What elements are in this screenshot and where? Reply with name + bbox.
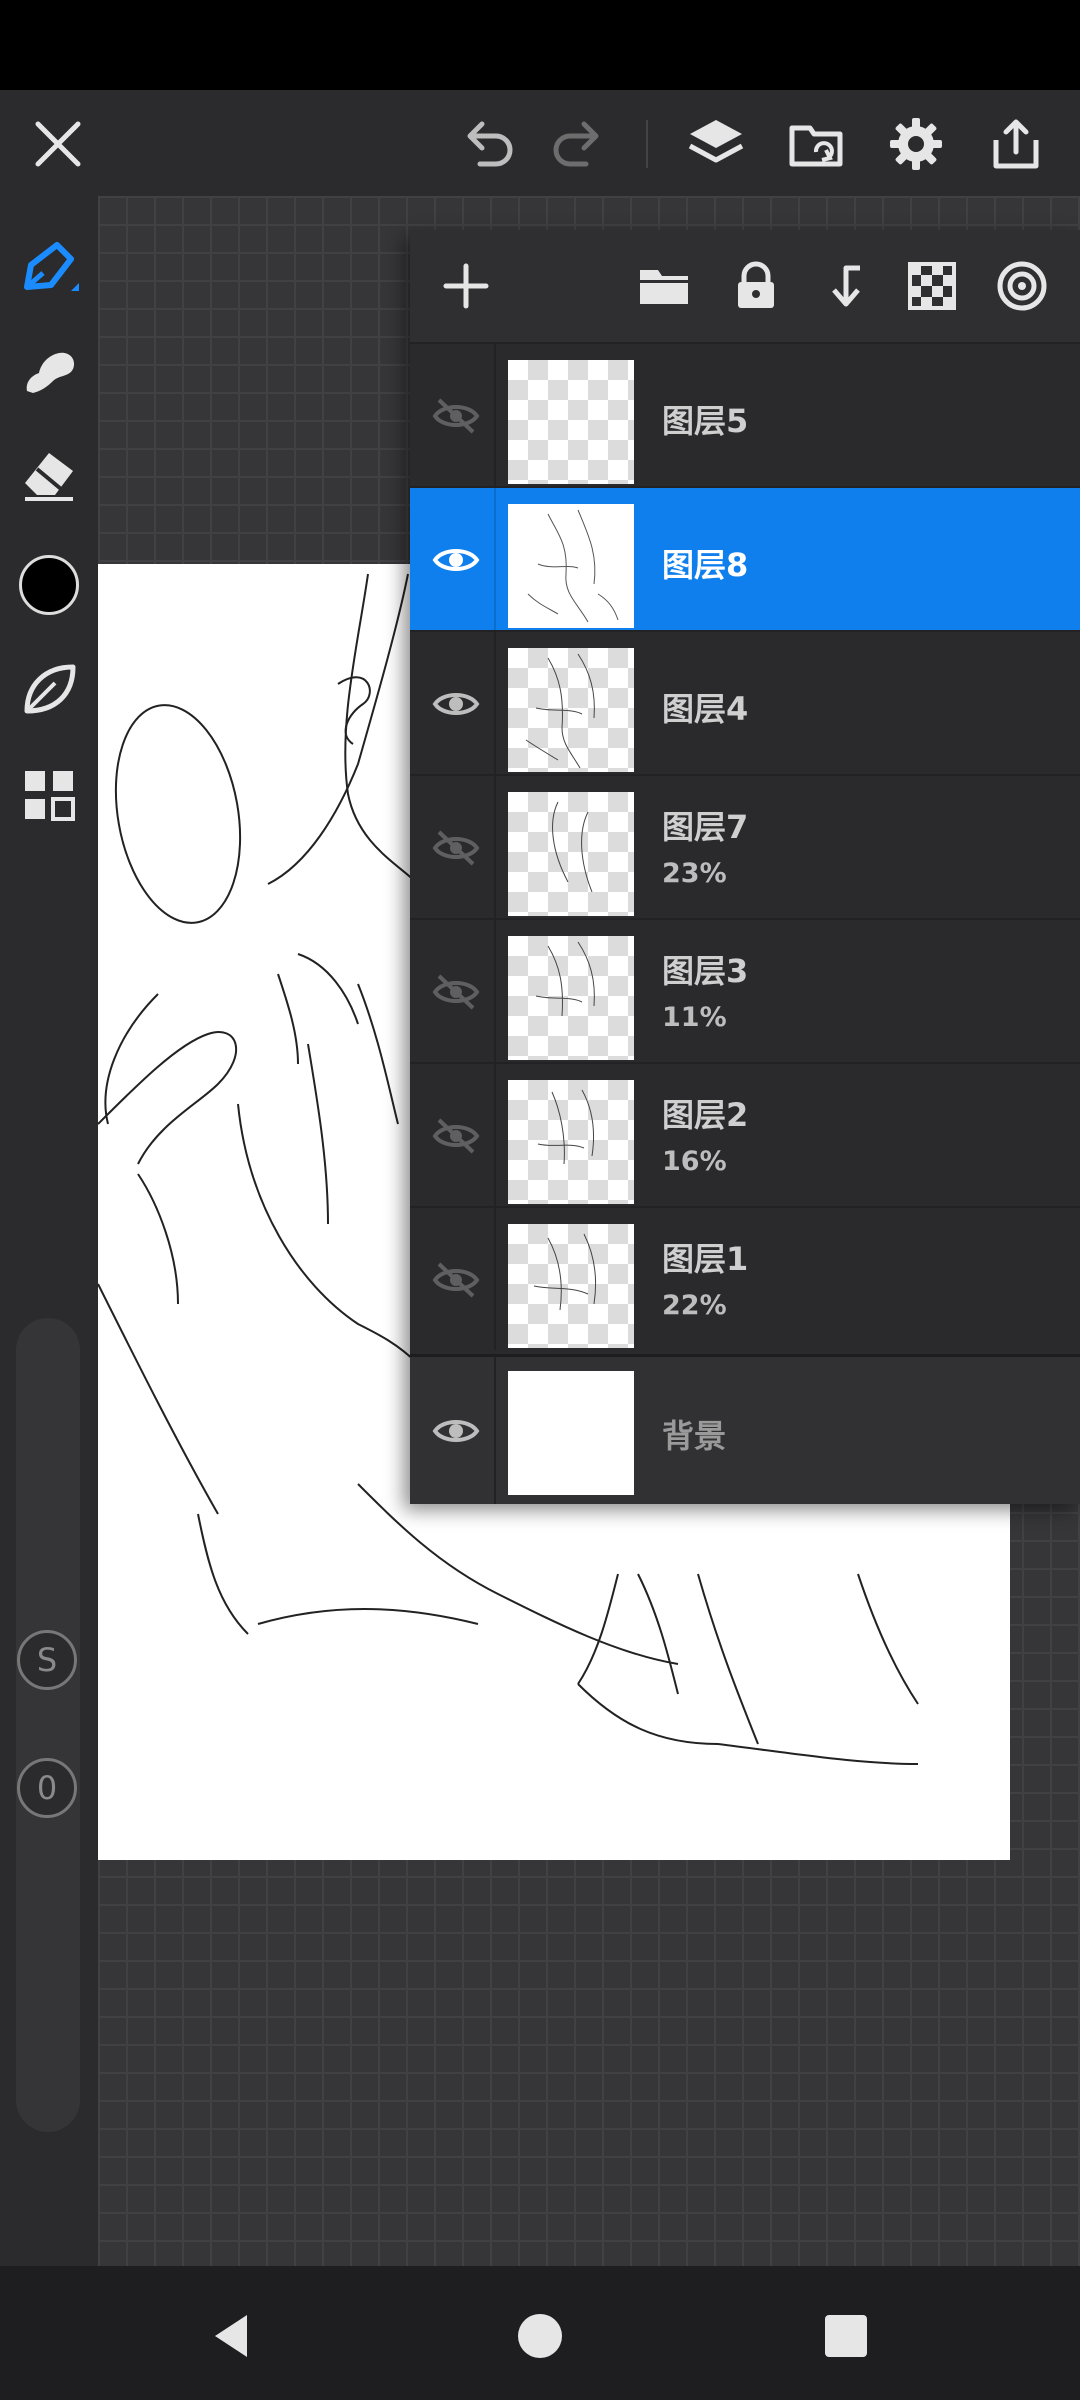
layer-thumbnail [508, 1371, 634, 1495]
gear-icon[interactable] [880, 108, 952, 180]
leaf-tool[interactable] [14, 654, 84, 724]
grid-tool[interactable] [14, 760, 84, 830]
top-toolbar [0, 90, 1080, 196]
layers-icon[interactable] [680, 108, 752, 180]
clipping-icon[interactable] [986, 250, 1058, 322]
eye-hidden-icon[interactable] [424, 1104, 488, 1168]
back-triangle-icon[interactable] [192, 2296, 272, 2376]
layer-thumbnail [508, 648, 634, 772]
system-nav-bar [0, 2266, 1080, 2400]
eye-hidden-icon[interactable] [424, 960, 488, 1024]
layer-thumbnail [508, 1080, 634, 1204]
eye-visible-icon[interactable] [424, 1399, 488, 1463]
layer-opacity: 22% [662, 1290, 727, 1321]
layer-row-4[interactable]: 图层4 [410, 630, 1080, 774]
smudge-tool[interactable] [14, 336, 84, 406]
layer-name: 图层2 [662, 1096, 749, 1134]
grid-icon [25, 771, 75, 821]
recents-square-icon[interactable] [806, 2296, 886, 2376]
row-divider [494, 632, 496, 774]
share-icon[interactable] [980, 108, 1052, 180]
add-layer-icon[interactable] [430, 250, 502, 322]
eye-visible-icon[interactable] [424, 528, 488, 592]
current-color-circle [19, 555, 79, 615]
layer-row-2[interactable]: 图层2 16% [410, 1062, 1080, 1206]
layer-thumbnail [508, 936, 634, 1060]
smudge-icon [26, 352, 75, 393]
eye-hidden-icon[interactable] [424, 816, 488, 880]
layer-name: 图层3 [662, 952, 749, 990]
lock-icon[interactable] [720, 250, 792, 322]
merge-down-icon[interactable] [808, 250, 880, 322]
row-divider [494, 920, 496, 1062]
eraser-tool[interactable] [14, 440, 84, 510]
layer-opacity: 11% [662, 1002, 727, 1033]
row-divider [494, 344, 496, 486]
row-divider [494, 776, 496, 918]
close-icon[interactable] [22, 108, 94, 180]
layer-thumbnail [508, 504, 634, 628]
layer-row-background[interactable]: 背景 [410, 1354, 1080, 1504]
redo-icon[interactable] [542, 108, 614, 180]
folder-icon[interactable] [628, 250, 700, 322]
layer-row-5[interactable]: 图层5 [410, 342, 1080, 486]
layer-name: 背景 [662, 1417, 727, 1455]
eye-hidden-icon[interactable] [424, 384, 488, 448]
layer-name: 图层7 [662, 808, 749, 846]
transparency-lock-icon[interactable] [896, 250, 968, 322]
row-divider [494, 488, 496, 630]
layer-row-1[interactable]: 图层1 22% [410, 1206, 1080, 1350]
layers-panel-toolbar [410, 230, 1080, 342]
layer-name: 图层4 [662, 690, 749, 728]
eye-hidden-icon[interactable] [424, 1248, 488, 1312]
layers-panel: 图层5 图层8 图层4 图层7 23% 图层3 11% 图层2 16% 图层1 … [410, 230, 1080, 1504]
layer-thumbnail [508, 792, 634, 916]
layer-row-8-selected[interactable]: 图层8 [410, 486, 1080, 630]
eraser-icon [25, 453, 73, 501]
home-circle-icon[interactable] [500, 2296, 580, 2376]
row-divider [494, 1064, 496, 1206]
layer-opacity: 16% [662, 1146, 727, 1177]
brush-slider[interactable] [16, 1318, 80, 2132]
layer-thumbnail [508, 360, 634, 484]
layer-row-7[interactable]: 图层7 23% [410, 774, 1080, 918]
status-bar [0, 0, 1080, 90]
layer-row-3[interactable]: 图层3 11% [410, 918, 1080, 1062]
size-button[interactable]: S [17, 1630, 77, 1690]
pen-icon [24, 242, 79, 291]
layer-name: 图层8 [662, 546, 749, 584]
layer-opacity: 23% [662, 858, 727, 889]
color-swatch[interactable] [14, 550, 84, 620]
row-divider [494, 1208, 496, 1350]
layer-name: 图层5 [662, 402, 749, 440]
leaf-icon [24, 664, 76, 714]
eye-visible-icon[interactable] [424, 672, 488, 736]
undo-icon[interactable] [452, 108, 524, 180]
folder-import-icon[interactable] [780, 108, 852, 180]
layer-name: 图层1 [662, 1240, 749, 1278]
row-divider [494, 1357, 496, 1504]
toolbar-divider [646, 120, 648, 168]
layer-thumbnail [508, 1224, 634, 1348]
opacity-button[interactable]: 0 [17, 1758, 77, 1818]
pen-tool[interactable] [14, 232, 84, 302]
